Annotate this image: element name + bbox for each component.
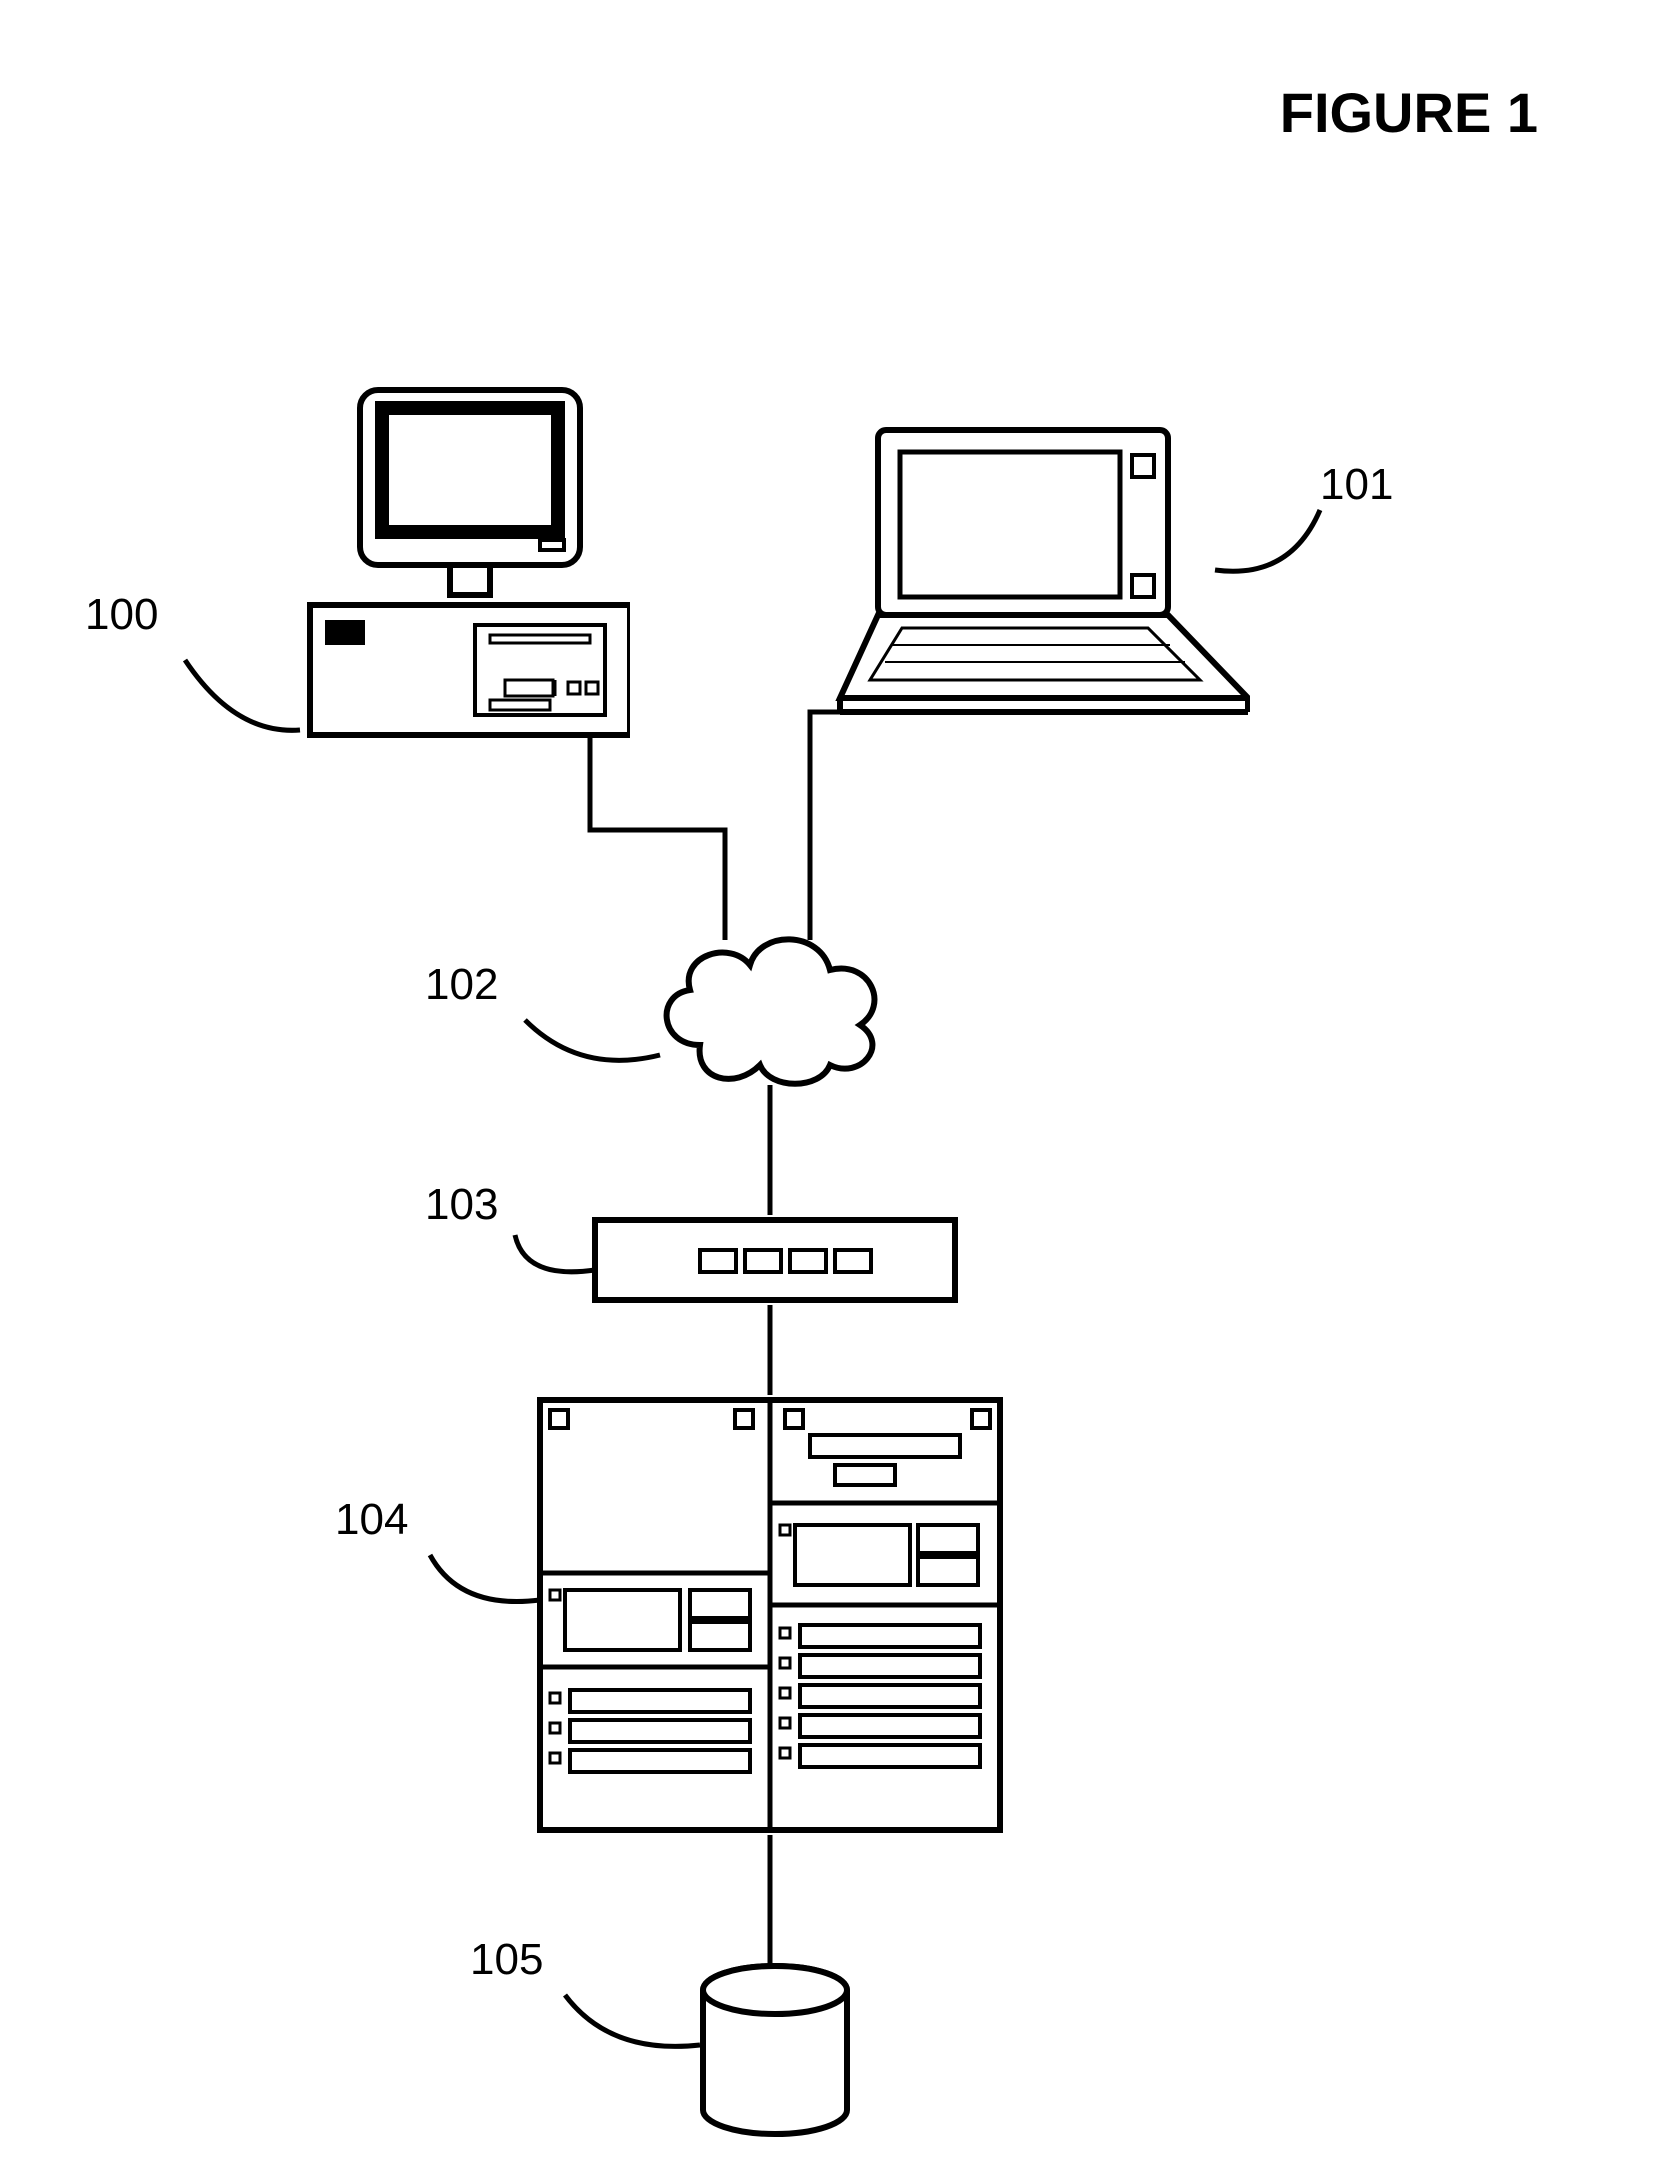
callout-database — [0, 0, 1658, 2183]
